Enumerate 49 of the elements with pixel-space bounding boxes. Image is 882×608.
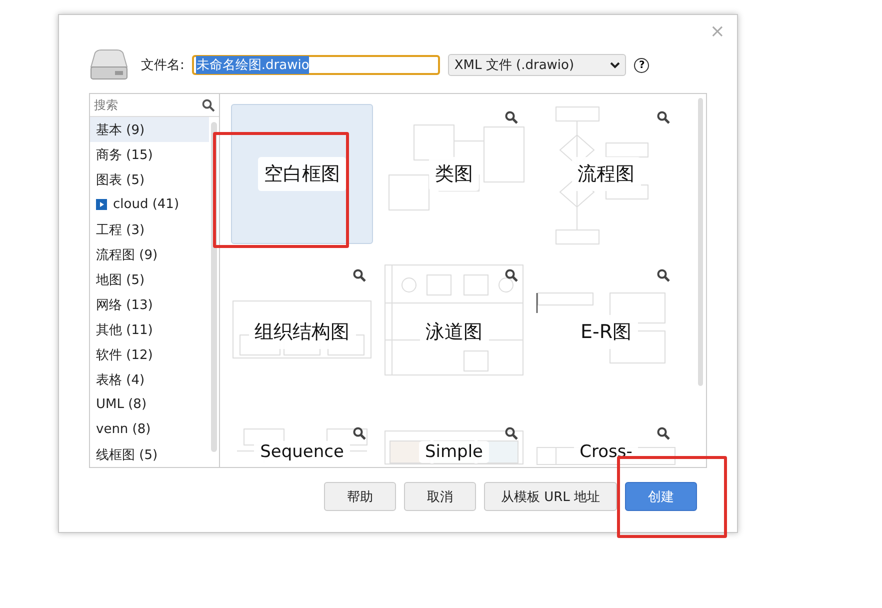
dialog-button[interactable]: 从模板 URL 地址 [484, 482, 617, 511]
template-tile[interactable]: 组织结构图 [231, 262, 373, 402]
search-icon[interactable] [202, 98, 215, 112]
category-item[interactable]: 地图 (5) [90, 267, 209, 292]
zoom-icon[interactable] [505, 427, 518, 440]
template-tile[interactable]: 泳道图 [383, 262, 525, 402]
zoom-icon[interactable] [505, 111, 518, 124]
category-item[interactable]: cloud (41) [90, 192, 209, 217]
category-item[interactable]: 流程图 (9) [90, 242, 209, 267]
template-tile[interactable]: E-R图 [535, 262, 677, 402]
zoom-icon[interactable] [505, 269, 518, 282]
zoom-icon[interactable] [657, 269, 670, 282]
dialog-button[interactable]: 帮助 [324, 482, 396, 511]
template-label: Simple [418, 441, 490, 463]
category-item[interactable]: 基本 (9) [90, 117, 209, 142]
category-item[interactable]: 表格 (4) [90, 367, 209, 392]
category-item[interactable]: 商务 (15) [90, 142, 209, 167]
template-label: 空白框图 [258, 157, 346, 191]
zoom-icon[interactable] [353, 269, 366, 282]
category-item[interactable]: 其他 (11) [90, 317, 209, 342]
template-tile[interactable]: 类图 [383, 104, 525, 244]
category-item[interactable]: 工程 (3) [90, 217, 209, 242]
template-label: 流程图 [572, 157, 640, 191]
format-select[interactable]: XML 文件 (.drawio) [448, 54, 626, 76]
template-label: Sequence [254, 441, 350, 463]
chevron-down-icon [610, 61, 620, 69]
help-icon[interactable]: ? [634, 58, 650, 72]
play-icon [96, 199, 107, 210]
template-tile[interactable]: Sequence [231, 420, 373, 467]
zoom-icon[interactable] [657, 427, 670, 440]
filename-label: 文件名: [141, 57, 184, 74]
template-tile[interactable]: 流程图 [535, 104, 677, 244]
zoom-icon[interactable] [657, 111, 670, 124]
template-tile[interactable]: Simple [383, 420, 525, 467]
template-label: 类图 [429, 157, 479, 191]
zoom-icon[interactable] [353, 427, 366, 440]
filename-field[interactable]: 未命名绘图.drawio [192, 55, 440, 75]
category-item[interactable]: UML (8) [90, 392, 209, 417]
hard-drive-icon [89, 49, 129, 81]
category-item[interactable]: 网络 (13) [90, 292, 209, 317]
scrollbar[interactable] [698, 98, 703, 386]
create-button[interactable]: 创建 [625, 482, 697, 511]
category-item[interactable]: venn (8) [90, 417, 209, 442]
category-item[interactable]: 图表 (5) [90, 167, 209, 192]
category-item[interactable]: 线框图 (5) [90, 442, 209, 467]
template-tile[interactable]: 空白框图 [231, 104, 373, 244]
template-tile[interactable]: Cross- [535, 420, 677, 467]
category-item[interactable]: 软件 (12) [90, 342, 209, 367]
dialog-button[interactable]: 取消 [404, 482, 476, 511]
